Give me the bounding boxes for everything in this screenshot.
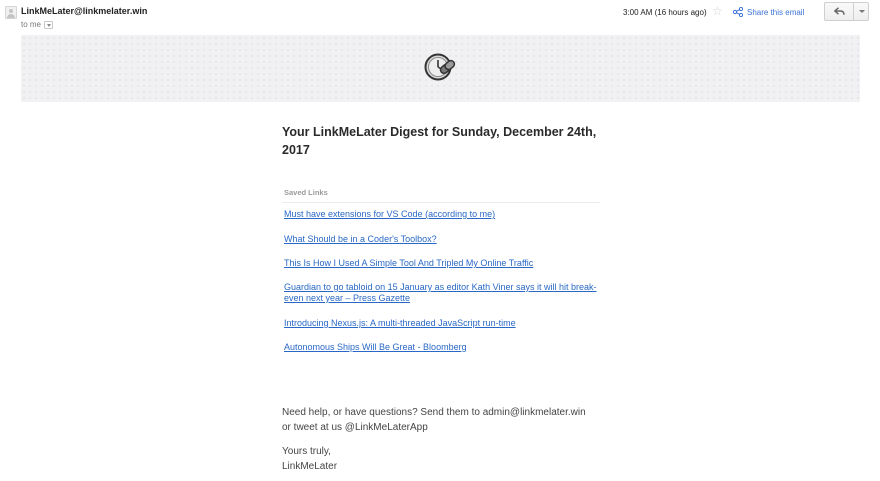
person-icon (5, 6, 17, 19)
section-divider (282, 202, 600, 203)
help-line: Need help, or have questions? Send them … (282, 407, 586, 418)
saved-links-label: Saved Links (284, 188, 328, 197)
recipient-details-dropdown[interactable] (44, 20, 54, 29)
saved-link[interactable]: This Is How I Used A Simple Tool And Tri… (284, 258, 604, 269)
clock-link-icon (424, 53, 456, 81)
sender-name[interactable]: LinkMeLater@linkmelater.win (21, 6, 147, 16)
digest-title: Your LinkMeLater Digest for Sunday, Dece… (282, 125, 597, 157)
more-options-button[interactable] (853, 2, 869, 21)
saved-link[interactable]: Must have extensions for VS Code (accord… (284, 209, 604, 220)
star-icon[interactable]: ☆ (712, 5, 723, 17)
share-email-button[interactable]: Share this email (733, 7, 804, 17)
recipient-line: to me (21, 20, 54, 29)
signature-name: LinkMeLater (282, 461, 338, 472)
share-email-label: Share this email (747, 7, 805, 17)
saved-link[interactable]: Guardian to go tabloid on 15 January as … (284, 282, 604, 304)
email-timestamp: 3:00 AM (16 hours ago) (623, 8, 707, 17)
reply-button[interactable] (824, 2, 854, 21)
reply-icon (833, 7, 845, 15)
saved-link[interactable]: Introducing Nexus.js: A multi-threaded J… (284, 318, 604, 329)
help-text: Need help, or have questions? Send them … (282, 405, 642, 435)
saved-link[interactable]: What Should be in a Coder's Toolbox? (284, 234, 604, 245)
signoff: Yours truly, (282, 446, 331, 457)
help-line: or tweet at us @LinkMeLaterApp (282, 422, 428, 433)
saved-link[interactable]: Autonomous Ships Will Be Great - Bloombe… (284, 342, 604, 353)
share-icon (733, 7, 743, 17)
email-header: LinkMeLater@linkmelater.win to me 3:00 A… (0, 0, 880, 34)
signature-block: Yours truly, LinkMeLater (282, 444, 337, 474)
email-banner (21, 35, 860, 102)
recipient-label: to me (21, 20, 42, 29)
